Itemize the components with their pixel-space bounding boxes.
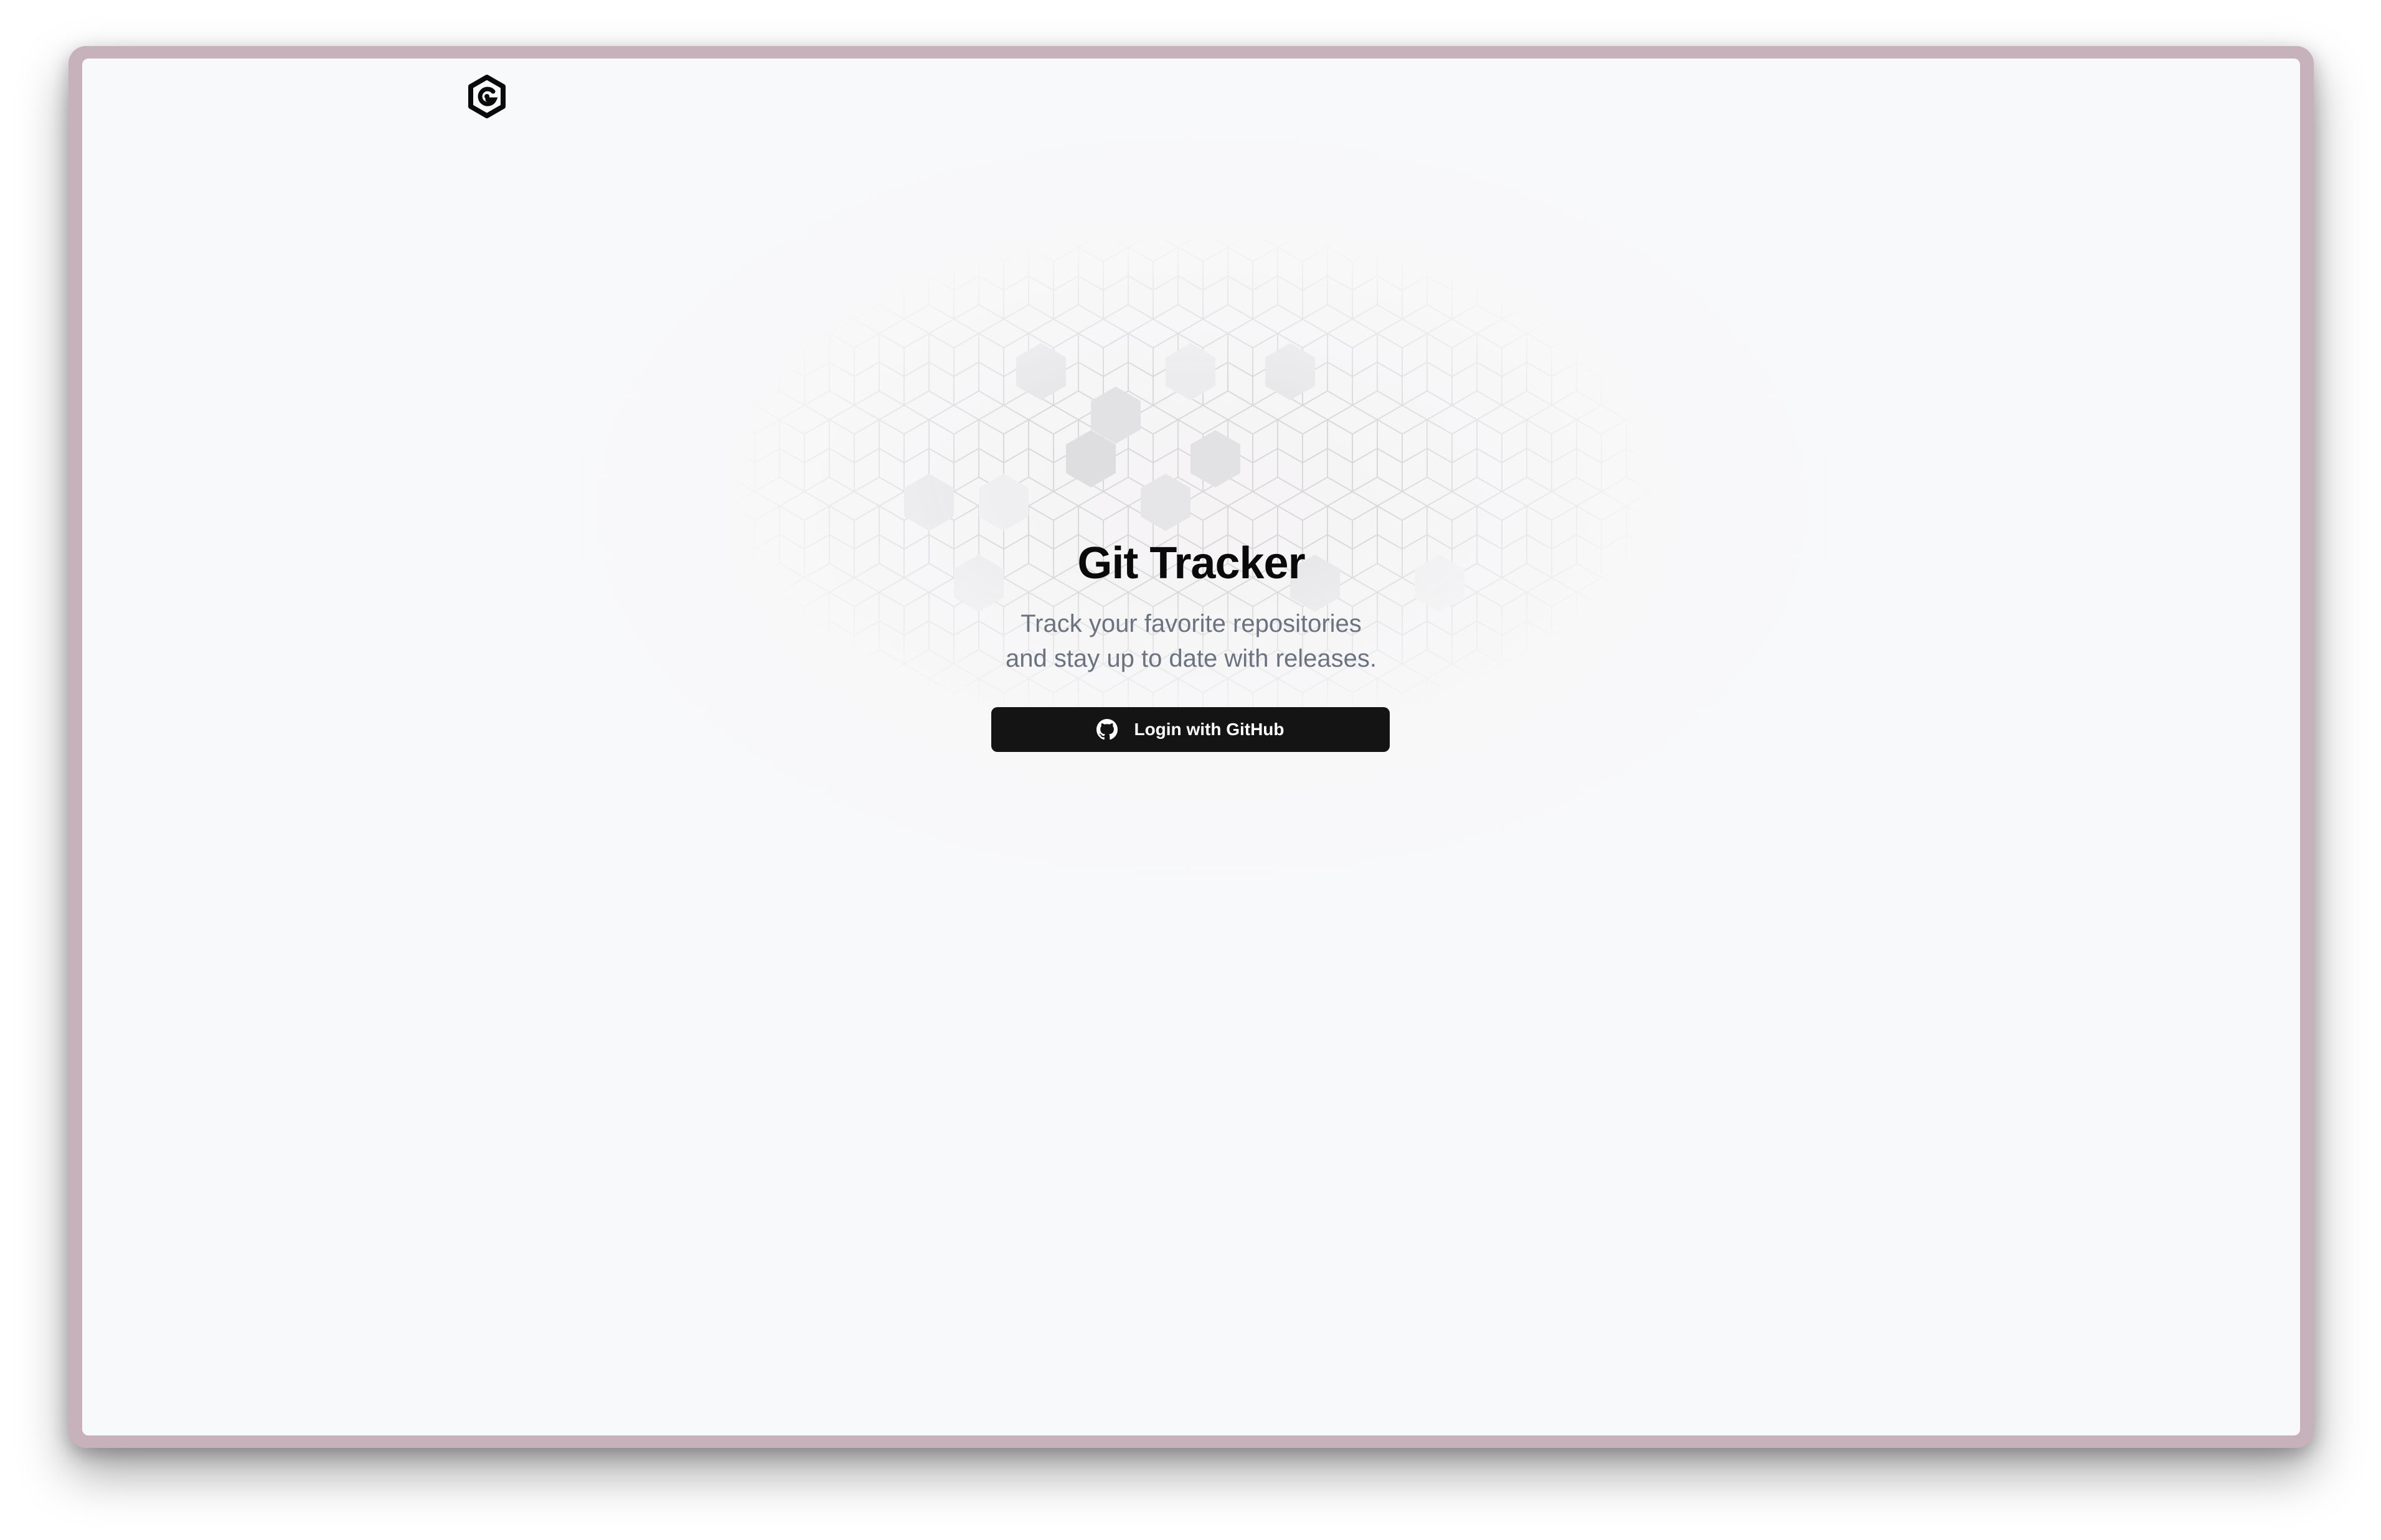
subtitle-line-1: Track your favorite repositories [1021, 610, 1362, 637]
login-button-label: Login with GitHub [1134, 720, 1285, 739]
desktop-backdrop: Git Tracker Track your favorite reposito… [0, 0, 2381, 1540]
github-icon [1096, 719, 1118, 740]
browser-window-frame: Git Tracker Track your favorite reposito… [68, 46, 2314, 1448]
subtitle-line-2: and stay up to date with releases. [1006, 645, 1377, 672]
git-tracker-logo-icon[interactable] [467, 75, 507, 118]
login-with-github-button[interactable]: Login with GitHub [991, 707, 1390, 752]
page-subtitle: Track your favorite repositories and sta… [82, 606, 2300, 676]
page-title: Git Tracker [1077, 538, 1305, 588]
app-window: Git Tracker Track your favorite reposito… [82, 59, 2300, 1435]
